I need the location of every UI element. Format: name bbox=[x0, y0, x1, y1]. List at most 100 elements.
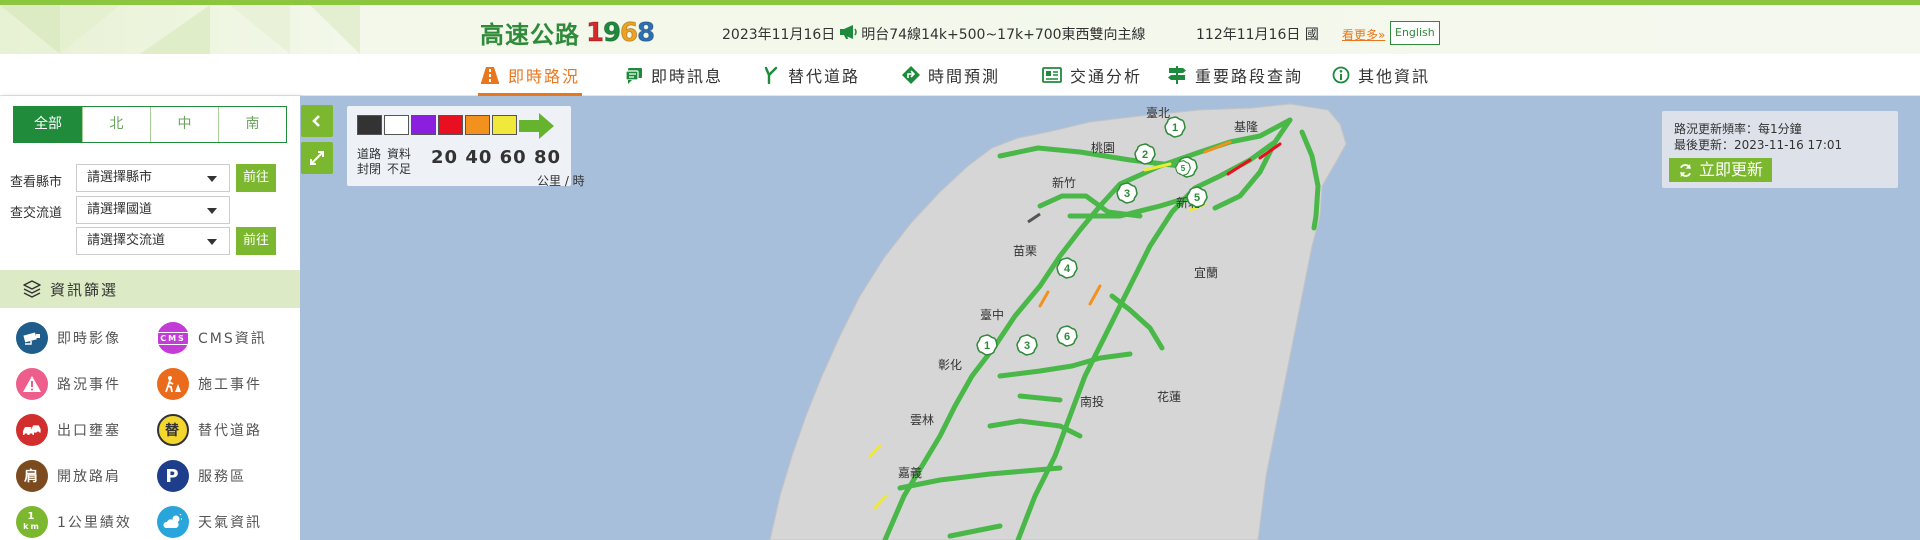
layer-label: 施工事件 bbox=[198, 377, 262, 393]
legend-closed-line: 道路 bbox=[357, 147, 382, 161]
roc-date: 112年11月16日 國 bbox=[1196, 24, 1319, 44]
shoulder-glyph: 肩 bbox=[24, 469, 40, 485]
sidebar: 全部 北 中 南 查看縣市 請選擇縣市 前往 查交流道 請選擇國道 請選擇交流道… bbox=[0, 96, 300, 540]
legend-nodata-line: 不足 bbox=[387, 162, 412, 176]
highway-shield-6[interactable]: 6 bbox=[1056, 325, 1078, 347]
refresh-now-button[interactable]: 立即更新 bbox=[1669, 158, 1773, 182]
header-decoration bbox=[60, 5, 120, 54]
parking-glyph: P bbox=[165, 465, 181, 487]
construction-icon bbox=[157, 368, 189, 400]
filter-header[interactable]: 資訊篩選 bbox=[0, 270, 300, 308]
header-decoration bbox=[140, 5, 210, 54]
city-label: 雲林 bbox=[910, 413, 935, 427]
city-label: 嘉義 bbox=[898, 466, 923, 480]
city-label: 彰化 bbox=[938, 358, 963, 372]
city-label: 宜蘭 bbox=[1194, 266, 1219, 280]
interchange-go-button[interactable]: 前往 bbox=[236, 227, 276, 255]
collapse-sidebar-button[interactable] bbox=[301, 105, 333, 137]
shield-number: 2 bbox=[1142, 149, 1148, 161]
region-tab-central[interactable]: 中 bbox=[150, 107, 218, 142]
marquee-text: 明台74線14k+500~17k+700東西雙向主線 bbox=[861, 27, 1146, 43]
filter-title: 資訊篩選 bbox=[50, 280, 119, 299]
layer-km-performance[interactable]: 1 km 1公里績效 bbox=[16, 506, 132, 538]
city-select[interactable]: 請選擇縣市 bbox=[76, 164, 230, 192]
nav-other-info[interactable]: 其他資訊 bbox=[1332, 54, 1430, 96]
nav-live-messages[interactable]: 即時訊息 bbox=[625, 54, 723, 96]
layer-label: 服務區 bbox=[198, 469, 246, 485]
logo-digit: 9 bbox=[603, 17, 622, 48]
highway-shield-3c[interactable]: 3 bbox=[1016, 334, 1038, 356]
km-icon-unit: km bbox=[23, 522, 41, 531]
layer-label: CMS資訊 bbox=[198, 331, 267, 347]
layer-live-camera[interactable]: 即時影像 bbox=[16, 322, 121, 354]
english-button[interactable]: English bbox=[1390, 21, 1440, 45]
layer-label: 替代道路 bbox=[198, 423, 262, 439]
layer-label: 即時影像 bbox=[57, 331, 121, 347]
layer-alternate-road[interactable]: 替 替代道路 bbox=[157, 414, 262, 446]
layer-construction[interactable]: 施工事件 bbox=[157, 368, 262, 400]
shield-number: 3 bbox=[1024, 340, 1030, 352]
legend-nodata-line: 資料 bbox=[387, 147, 412, 161]
region-tab-all[interactable]: 全部 bbox=[14, 107, 82, 142]
layer-service-area[interactable]: P 服務區 bbox=[157, 460, 246, 492]
nav-label: 即時路況 bbox=[508, 67, 581, 86]
shield-number: 1 bbox=[1172, 122, 1178, 134]
legend-speed-values: 20 40 60 80 bbox=[431, 147, 561, 168]
legend-closed-line: 封閉 bbox=[357, 162, 382, 176]
nav-alternate-roads[interactable]: 替代道路 bbox=[764, 54, 860, 96]
main-nav: 即時路況 即時訊息 替代道路 時間預測 交通分析 重要路段查詢 其他資訊 bbox=[0, 54, 1920, 96]
refresh-icon bbox=[1679, 163, 1692, 177]
road-select[interactable]: 請選擇國道 bbox=[76, 196, 230, 224]
highway-shield-3[interactable]: 3 bbox=[1116, 182, 1138, 204]
legend-swatch bbox=[384, 115, 409, 135]
layer-label: 1公里績效 bbox=[57, 515, 132, 531]
region-tab-north[interactable]: 北 bbox=[82, 107, 150, 142]
highway-shield-4[interactable]: 4 bbox=[1056, 257, 1078, 279]
shield-number: 5 bbox=[1194, 192, 1200, 204]
nav-key-sections[interactable]: 重要路段查詢 bbox=[1167, 54, 1303, 96]
fork-icon bbox=[764, 66, 778, 84]
highway-shield-5b[interactable]: 5 bbox=[1175, 160, 1191, 176]
layer-traffic-events[interactable]: 路況事件 bbox=[16, 368, 121, 400]
fullscreen-button[interactable] bbox=[301, 142, 333, 174]
more-link[interactable]: 看更多» bbox=[1342, 26, 1385, 43]
highway-shield-1[interactable]: 1 bbox=[1164, 116, 1186, 138]
nav-live-traffic[interactable]: 即時路況 bbox=[478, 54, 583, 96]
layer-exit-congestion[interactable]: 出口壅塞 bbox=[16, 414, 121, 446]
last-update-time: 最後更新：2023-11-16 17:01 bbox=[1674, 138, 1843, 152]
nav-time-prediction[interactable]: 時間預測 bbox=[902, 54, 1000, 96]
analysis-icon bbox=[1042, 67, 1062, 83]
direction-icon bbox=[902, 66, 920, 84]
city-go-button[interactable]: 前往 bbox=[236, 164, 276, 192]
logo-number: 1 9 6 8 bbox=[586, 17, 656, 48]
nav-traffic-analysis[interactable]: 交通分析 bbox=[1042, 54, 1142, 96]
news-marquee[interactable]: 2023年11月16日 明台74線14k+500~17k+700東西雙向主線 bbox=[722, 24, 1146, 44]
city-label: 苗栗 bbox=[1013, 244, 1038, 258]
alternate-road-glyph: 替 bbox=[165, 423, 181, 439]
roc-date-text: 112年11月16日 bbox=[1196, 27, 1301, 43]
legend-unit: 公里 / 時 bbox=[537, 174, 585, 188]
nav-label: 即時訊息 bbox=[651, 67, 724, 86]
nav-label: 其他資訊 bbox=[1358, 67, 1431, 86]
layer-open-shoulder[interactable]: 肩 開放路肩 bbox=[16, 460, 121, 492]
layer-weather[interactable]: 天氣資訊 bbox=[157, 506, 262, 538]
highway-shield-5[interactable]: 5 bbox=[1186, 186, 1208, 208]
highway-shield-1b[interactable]: 1 bbox=[976, 334, 998, 356]
speed-arrow-icon bbox=[519, 113, 554, 139]
speed-legend: 道路 封閉 資料 不足 20 40 60 80 公里 / 時 bbox=[347, 106, 585, 188]
interchange-select[interactable]: 請選擇交流道 bbox=[76, 227, 230, 255]
shield-number: 6 bbox=[1064, 331, 1070, 343]
layer-label: 開放路肩 bbox=[57, 469, 121, 485]
camera-icon bbox=[16, 322, 48, 354]
parking-icon: P bbox=[157, 460, 189, 492]
roc-date-suffix: 國 bbox=[1304, 27, 1319, 43]
legend-nodata: 資料 不足 bbox=[387, 147, 411, 177]
traffic-map[interactable]: 道路 封閉 資料 不足 20 40 60 80 公里 / 時 臺北 基隆 桃園 … bbox=[300, 96, 1920, 540]
site-logo[interactable]: 高速公路 1 9 6 8 bbox=[480, 15, 656, 50]
layer-cms[interactable]: CMS CMS資訊 bbox=[157, 322, 267, 354]
highway-shield-2[interactable]: 2 bbox=[1134, 143, 1156, 165]
region-tab-south[interactable]: 南 bbox=[218, 107, 286, 142]
update-frequency: 路況更新頻率：每1分鐘 bbox=[1674, 122, 1802, 136]
city-label: 查看縣市 bbox=[10, 175, 63, 190]
nav-label: 交通分析 bbox=[1070, 67, 1143, 86]
